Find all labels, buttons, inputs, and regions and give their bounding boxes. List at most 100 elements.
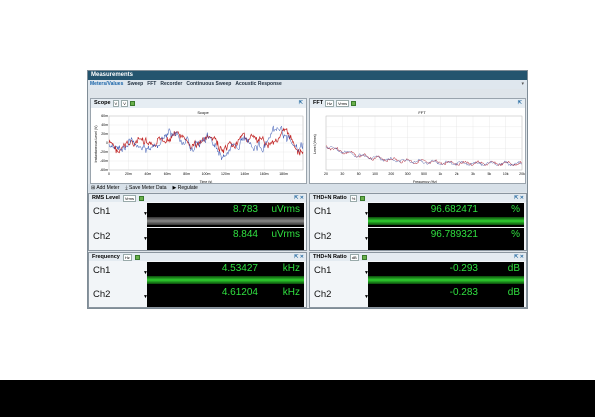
bottom-black-bar [0, 380, 595, 417]
meter-thdn-ratio-db: THD+N Ratio dB ⇱ ✕ Ch1 ▼ -0.293 dB Ch2 ▼… [309, 252, 527, 308]
meter-toolbar: ⊞ Add Meter ⤓ Save Meter Data ▶ Regulate [88, 184, 527, 192]
meter-display: 8.783 uVrms [147, 203, 304, 227]
meter-unit-select[interactable]: Vrms [122, 194, 137, 202]
meter-settings-icon[interactable] [360, 195, 366, 201]
scope-xtick-label: 60m [164, 172, 171, 176]
fft-xtick-label: 50 [357, 172, 361, 176]
fft-xtick-label: 100 [372, 172, 378, 176]
meter-value: -0.283 [449, 287, 478, 298]
fft-chart: FFT 20 30 50 100 200 300 500 1k 2k 3k 5k 10k 20k Lev… [313, 110, 525, 183]
scope-unit-select-2[interactable]: V [121, 100, 128, 107]
fft-title: FFT [313, 100, 324, 106]
meter-unit: uVrms [271, 229, 300, 240]
scope-xtick-label: 140m [240, 172, 249, 176]
meter-unit-select[interactable]: dB [349, 253, 359, 261]
fft-xtick-label: 10k [503, 172, 509, 176]
scope-ytick-label: -60m [100, 168, 108, 172]
meter-unit: kHz [282, 263, 300, 274]
tab-acoustic-response[interactable]: Acoustic Response [235, 80, 281, 89]
fft-panel: FFT Hz Vrms ⇱ FFT 20 30 50 100 200 300 500 1k 2k… [309, 98, 526, 184]
fft-chart-title: FFT [418, 110, 426, 115]
close-icon[interactable]: ⇱ ✕ [514, 253, 524, 261]
scope-xtick-label: 120m [221, 172, 230, 176]
meter-display: -0.293 dB [368, 262, 524, 286]
channel-label: Ch2 [93, 289, 111, 300]
meter-value: 4.61204 [221, 287, 258, 298]
meter-settings-icon[interactable] [134, 254, 140, 260]
close-icon[interactable]: ⇱ ✕ [294, 253, 304, 261]
close-icon[interactable]: ⇱ ✕ [294, 194, 304, 202]
regulate-button[interactable]: ▶ Regulate [173, 184, 198, 192]
popout-icon[interactable]: ⇱ [299, 99, 303, 108]
scope-settings-icon[interactable] [129, 101, 135, 106]
meter-rms-level: RMS Level Vrms ⇱ ✕ Ch1 ▼ 8.783 uVrms Ch2… [88, 193, 307, 251]
fft-unit-select-2[interactable]: Vrms [335, 100, 350, 107]
regulate-label: Regulate [177, 185, 198, 191]
fft-xtick-label: 5k [487, 172, 491, 176]
meter-settings-icon[interactable] [139, 195, 145, 201]
tab-sweep[interactable]: Sweep [127, 80, 143, 89]
tab-fft[interactable]: FFT [147, 80, 156, 89]
fft-xtick-label: 500 [421, 172, 427, 176]
channel-label: Ch2 [314, 231, 332, 242]
fft-settings-icon[interactable] [351, 101, 357, 106]
tab-continuous-sweep[interactable]: Continuous Sweep [186, 80, 231, 89]
channel-label: Ch2 [93, 231, 111, 242]
meter-display: 96.682471 % [368, 203, 524, 227]
pin-icon[interactable]: ▾ [521, 80, 524, 89]
meter-settings-icon[interactable] [361, 254, 367, 260]
meter-value: -0.293 [449, 263, 478, 274]
fft-xtick-label: 20k [519, 172, 525, 176]
tab-recorder[interactable]: Recorder [160, 80, 182, 89]
fft-unit-select-1[interactable]: Hz [325, 100, 334, 107]
fft-xtick-label: 2k [455, 172, 459, 176]
meter-unit-select[interactable]: Hz [122, 253, 132, 261]
meter-unit-select[interactable]: % [349, 194, 358, 202]
fft-xtick-label: 300 [405, 172, 411, 176]
meter-header: Frequency Hz ⇱ ✕ [89, 253, 306, 261]
close-icon[interactable]: ⇱ ✕ [514, 194, 524, 202]
meter-value: 4.53427 [221, 263, 258, 274]
tab-bar: Meters/Values Sweep FFT Recorder Continu… [88, 80, 527, 89]
meter-display: 4.61204 kHz [147, 286, 304, 307]
scope-chart-title: Scope [197, 110, 209, 115]
scope-xtick-label: 80m [183, 172, 190, 176]
scope-xtick-label: 180m [279, 172, 288, 176]
channel-label: Ch2 [314, 289, 332, 300]
scope-unit-select-1[interactable]: V [112, 100, 120, 107]
scope-ytick-label: -20m [100, 150, 108, 154]
popout-icon[interactable]: ⇱ [518, 99, 522, 108]
meter-row-ch2: Ch2 ▼ -0.283 dB [310, 286, 526, 307]
meter-unit: % [511, 204, 520, 215]
fft-header: FFT Hz Vrms ⇱ [310, 99, 525, 108]
add-meter-button[interactable]: ⊞ Add Meter [91, 184, 119, 192]
tab-meters-values[interactable]: Meters/Values [90, 80, 123, 89]
meter-row-ch1: Ch1 ▼ -0.293 dB [310, 262, 526, 286]
scope-ytick-label: 40m [101, 123, 108, 127]
channel-label: Ch1 [314, 265, 332, 276]
meter-row-ch2: Ch2 ▼ 8.844 uVrms [89, 228, 306, 250]
meter-bargraph [368, 217, 524, 225]
save-meter-data-button[interactable]: ⤓ Save Meter Data [125, 184, 166, 192]
fft-ylabel: Level (Vrms) [313, 134, 317, 154]
channel-label: Ch1 [314, 206, 332, 217]
meter-unit: uVrms [271, 204, 300, 215]
meter-row-ch2: Ch2 ▼ 96.789321 % [310, 228, 526, 250]
meter-row-ch1: Ch1 ▼ 8.783 uVrms [89, 203, 306, 227]
meter-bargraph [147, 276, 304, 284]
fft-xtick-label: 20 [324, 172, 328, 176]
meter-value: 8.844 [232, 229, 258, 240]
meter-title: Frequency [92, 254, 120, 260]
scope-xtick-label: 160m [260, 172, 269, 176]
add-meter-label: Add Meter [96, 185, 120, 191]
meter-row-ch2: Ch2 ▼ 4.61204 kHz [89, 286, 306, 307]
meter-bargraph [147, 217, 304, 225]
meter-display: 4.53427 kHz [147, 262, 304, 286]
meter-frequency: Frequency Hz ⇱ ✕ Ch1 ▼ 4.53427 kHz Ch2 ▼… [88, 252, 307, 308]
measurements-window: Measurements Meters/Values Sweep FFT Rec… [87, 70, 528, 309]
meter-value: 96.682471 [430, 204, 478, 215]
meter-unit: dB [507, 287, 520, 298]
scope-ylabel: Instantaneous Level (V) [94, 126, 98, 163]
meter-unit: kHz [282, 287, 300, 298]
meter-title: RMS Level [92, 195, 120, 201]
